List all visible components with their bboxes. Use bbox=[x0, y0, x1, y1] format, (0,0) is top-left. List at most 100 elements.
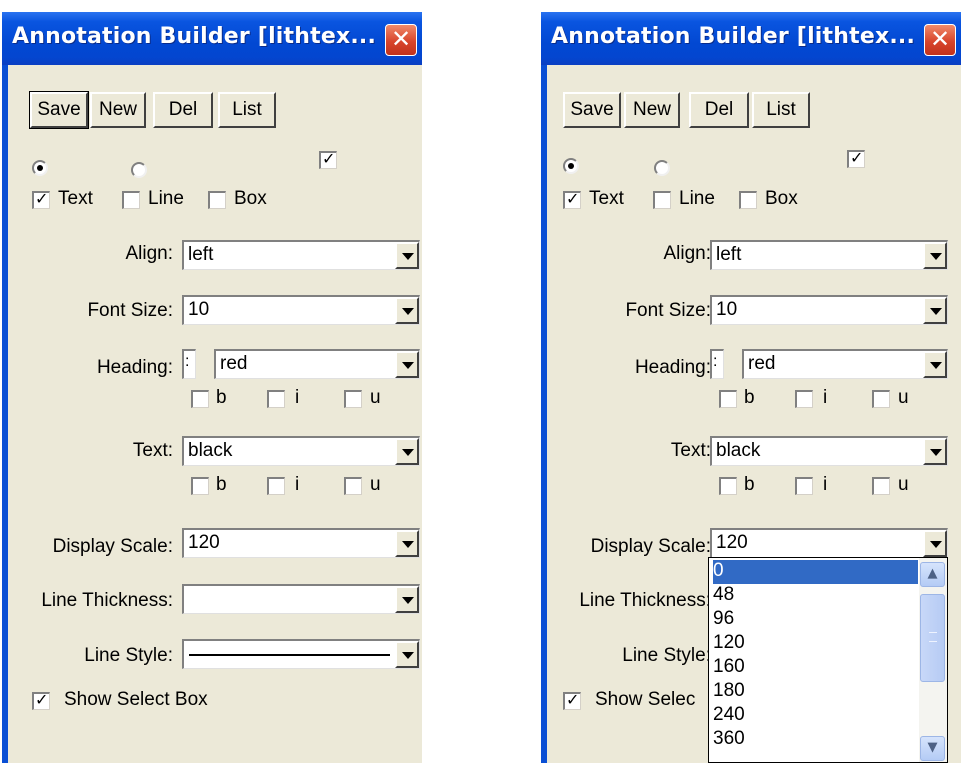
radio-option-2[interactable] bbox=[654, 160, 670, 176]
heading-italic-checkbox[interactable] bbox=[795, 390, 813, 408]
display-scale-select[interactable]: 120 bbox=[710, 528, 948, 558]
heading-size-value: : bbox=[713, 353, 718, 370]
line-checkbox[interactable] bbox=[653, 191, 671, 209]
align-select[interactable]: left bbox=[182, 240, 420, 270]
text-checkbox-label: Text bbox=[589, 188, 624, 209]
scroll-up-icon[interactable]: ▲ bbox=[920, 562, 945, 587]
text-checkbox[interactable]: ✓ bbox=[32, 189, 50, 209]
heading-label: Heading: bbox=[96, 357, 173, 378]
heading-color-value: red bbox=[220, 353, 248, 374]
radio-dot bbox=[37, 165, 43, 171]
dropdown-option[interactable]: 360 bbox=[713, 728, 918, 752]
save-button[interactable]: Save bbox=[29, 91, 89, 129]
list-button[interactable]: List bbox=[752, 92, 810, 128]
title-bar[interactable]: Annotation Builder [lithtex... ✕ bbox=[2, 12, 422, 65]
chevron-down-icon[interactable] bbox=[395, 438, 419, 465]
text-italic-label: i bbox=[823, 474, 828, 495]
chevron-down-icon[interactable] bbox=[923, 297, 947, 324]
dropdown-option[interactable]: 240 bbox=[713, 704, 918, 728]
line-style-label: Line Style: bbox=[622, 645, 711, 666]
line-style-label: Line Style: bbox=[84, 645, 173, 666]
heading-italic-label: i bbox=[295, 387, 300, 408]
font-size-select[interactable]: 10 bbox=[182, 295, 420, 325]
text-underline-checkbox[interactable] bbox=[872, 477, 890, 495]
heading-underline-checkbox[interactable] bbox=[344, 390, 362, 408]
text-bold-checkbox[interactable] bbox=[719, 477, 737, 495]
window-title: Annotation Builder [lithtex... bbox=[551, 24, 916, 49]
dropdown-option[interactable]: 120 bbox=[713, 632, 918, 656]
text-checkbox[interactable]: ✓ bbox=[563, 189, 581, 209]
chevron-down-icon[interactable] bbox=[395, 530, 419, 557]
heading-bold-checkbox[interactable] bbox=[719, 390, 737, 408]
scroll-thumb[interactable] bbox=[920, 594, 945, 682]
text-bold-checkbox[interactable] bbox=[191, 477, 209, 495]
heading-color-select[interactable]: red bbox=[214, 349, 420, 379]
dropdown-option[interactable]: 180 bbox=[713, 680, 918, 704]
radio-option-1[interactable] bbox=[563, 158, 579, 174]
close-button[interactable]: ✕ bbox=[385, 24, 417, 56]
dropdown-option[interactable]: 160 bbox=[713, 656, 918, 680]
chevron-down-icon[interactable] bbox=[923, 351, 947, 378]
chevron-down-icon[interactable] bbox=[395, 242, 419, 269]
new-button[interactable]: New bbox=[90, 92, 146, 128]
chevron-down-icon[interactable] bbox=[395, 586, 419, 613]
solid-line-icon bbox=[189, 654, 390, 656]
window-title: Annotation Builder [lithtex... bbox=[12, 24, 377, 49]
line-thickness-label: Line Thickness: bbox=[41, 590, 173, 611]
title-bar[interactable]: Annotation Builder [lithtex... ✕ bbox=[541, 12, 961, 65]
box-checkbox[interactable] bbox=[208, 191, 226, 209]
line-checkbox[interactable] bbox=[122, 191, 140, 209]
heading-size-field[interactable]: : bbox=[710, 349, 724, 379]
align-label: Align: bbox=[125, 243, 173, 264]
display-scale-dropdown-list[interactable]: 0 48 96 120 160 180 240 360 ▲ ▼ bbox=[708, 557, 948, 763]
font-size-select[interactable]: 10 bbox=[710, 295, 948, 325]
radio-option-1[interactable] bbox=[32, 160, 48, 176]
scroll-down-icon[interactable]: ▼ bbox=[920, 736, 945, 761]
line-thickness-select[interactable] bbox=[182, 584, 420, 614]
show-select-box-checkbox[interactable]: ✓ bbox=[563, 690, 581, 710]
chevron-down-icon[interactable] bbox=[923, 530, 947, 557]
heading-color-select[interactable]: red bbox=[742, 349, 948, 379]
box-checkbox[interactable] bbox=[739, 191, 757, 209]
del-button[interactable]: Del bbox=[153, 92, 213, 128]
option-checkbox[interactable]: ✓ bbox=[319, 149, 337, 169]
list-button[interactable]: List bbox=[218, 92, 276, 128]
show-select-box-checkbox[interactable]: ✓ bbox=[32, 690, 50, 710]
save-button[interactable]: Save bbox=[563, 92, 621, 128]
text-color-select[interactable]: black bbox=[710, 436, 948, 466]
chevron-down-icon[interactable] bbox=[395, 641, 419, 668]
heading-bold-label: b bbox=[744, 387, 755, 408]
option-checkbox[interactable]: ✓ bbox=[847, 148, 865, 168]
text-color-select[interactable]: black bbox=[182, 436, 420, 466]
heading-underline-label: u bbox=[370, 387, 381, 408]
heading-italic-label: i bbox=[823, 387, 828, 408]
chevron-down-icon[interactable] bbox=[395, 351, 419, 378]
close-button[interactable]: ✕ bbox=[924, 24, 956, 56]
heading-underline-checkbox[interactable] bbox=[872, 390, 890, 408]
new-button[interactable]: New bbox=[624, 92, 680, 128]
text-label: Text: bbox=[132, 440, 173, 461]
heading-italic-checkbox[interactable] bbox=[267, 390, 285, 408]
dropdown-option[interactable]: 96 bbox=[713, 608, 918, 632]
line-checkbox-label: Line bbox=[679, 188, 715, 209]
del-button[interactable]: Del bbox=[689, 92, 749, 128]
box-checkbox-label: Box bbox=[234, 188, 267, 209]
text-italic-checkbox[interactable] bbox=[267, 477, 285, 495]
align-select[interactable]: left bbox=[710, 240, 948, 270]
chevron-down-icon[interactable] bbox=[923, 438, 947, 465]
chevron-down-icon[interactable] bbox=[923, 242, 947, 269]
heading-size-field[interactable]: : bbox=[182, 349, 196, 379]
chevron-down-icon[interactable] bbox=[395, 297, 419, 324]
text-bold-label: b bbox=[216, 474, 227, 495]
dropdown-option[interactable]: 48 bbox=[713, 584, 918, 608]
dropdown-scrollbar[interactable]: ▲ ▼ bbox=[919, 558, 947, 762]
text-italic-checkbox[interactable] bbox=[795, 477, 813, 495]
display-scale-select[interactable]: 120 bbox=[182, 528, 420, 558]
check-icon: ✓ bbox=[35, 690, 49, 709]
dropdown-option[interactable]: 0 bbox=[713, 560, 918, 584]
text-color-value: black bbox=[188, 440, 233, 461]
radio-option-2[interactable] bbox=[131, 162, 147, 178]
text-underline-checkbox[interactable] bbox=[344, 477, 362, 495]
line-style-select[interactable] bbox=[182, 639, 420, 669]
heading-bold-checkbox[interactable] bbox=[191, 390, 209, 408]
